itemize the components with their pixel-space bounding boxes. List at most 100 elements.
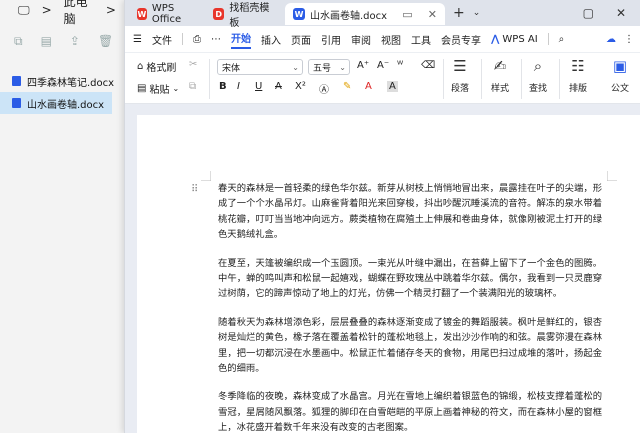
font-color-icon: A xyxy=(365,81,372,92)
delete-icon[interactable]: 🗑 xyxy=(98,34,113,48)
drag-handle-icon[interactable]: ⠿ xyxy=(191,184,198,195)
paste-icon[interactable]: ▤ xyxy=(41,34,52,48)
file-item[interactable]: 四季森林笔记.docx xyxy=(0,70,140,92)
font-size-select[interactable]: 五号 ⌄ xyxy=(308,59,350,75)
tab-document[interactable]: W 山水画卷轴.docx ▭ ✕ xyxy=(285,3,445,25)
explorer-toolbar: ⧉ ▤ ⇪ 🗑 xyxy=(0,28,140,54)
menu-view[interactable]: 视图 xyxy=(381,32,401,47)
word-doc-icon xyxy=(12,98,21,108)
font-color-button[interactable]: A xyxy=(365,81,372,92)
char-shading-button[interactable]: A xyxy=(387,81,398,92)
explorer-address-bar[interactable]: 🖵 > 此电脑 > 新 xyxy=(0,0,140,26)
menu-tools[interactable]: 工具 xyxy=(411,32,431,47)
paragraph-icon: ☰ xyxy=(453,57,467,75)
find-label: 查找 xyxy=(529,84,548,94)
document-area[interactable]: ⠿ 春天的森林是一首轻柔的绿色华尔兹。新芽从树枝上悄悄地冒出来，晨露挂在叶子的尖… xyxy=(125,105,640,433)
layout-button[interactable]: ☷ 排版 xyxy=(569,57,587,94)
italic-icon: I xyxy=(237,81,240,92)
brush-icon: ⌂ xyxy=(137,61,144,72)
menu-insert[interactable]: 插入 xyxy=(261,32,281,47)
font-family-value: 宋体 xyxy=(222,63,241,74)
window-controls: ▢ ✕ xyxy=(583,6,640,20)
divider xyxy=(443,59,444,99)
copy-button[interactable]: ⧉ xyxy=(189,81,196,92)
tab-wps-office[interactable]: W WPS Office xyxy=(129,3,205,25)
cloud-icon[interactable]: ☁ xyxy=(606,34,616,45)
find-button[interactable]: ⌕ 查找 xyxy=(529,57,547,94)
chevron-down-icon: ⌄ xyxy=(339,62,346,72)
document-content[interactable]: 春天的森林是一首轻柔的绿色华尔兹。新芽从树枝上悄悄地冒出来，晨露挂在叶子的尖端，… xyxy=(218,181,602,433)
format-painter-button[interactable]: ⌂ 格式刷 xyxy=(137,59,176,74)
phonetic-button[interactable]: ᵂ xyxy=(397,60,403,71)
menu-wps-ai[interactable]: ⋀ WPS AI xyxy=(491,34,538,45)
paragraph[interactable]: 春天的森林是一首轻柔的绿色华尔兹。新芽从树枝上悄悄地冒出来，晨露挂在叶子的尖端，… xyxy=(218,181,602,243)
superscript-button[interactable]: X² xyxy=(295,81,306,92)
paragraph[interactable]: 随着秋天为森林增添色彩，层层叠叠的森林逐渐变成了镀金的舞蹈服装。枫叶是鲜红的，银… xyxy=(218,315,602,377)
margin-corner-mark xyxy=(201,171,211,181)
close-window-icon[interactable]: ✕ xyxy=(616,6,626,20)
paste-label: 粘贴 xyxy=(149,85,170,96)
cut-button[interactable]: ✂ xyxy=(189,59,197,70)
word-doc-icon xyxy=(12,76,21,86)
document-page[interactable]: ⠿ 春天的森林是一首轻柔的绿色华尔兹。新芽从树枝上悄悄地冒出来，晨露挂在叶子的尖… xyxy=(137,115,640,433)
maximize-icon[interactable]: ▢ xyxy=(583,6,594,20)
more-icon[interactable]: ⋯ xyxy=(211,34,221,45)
divider xyxy=(559,59,560,99)
layout-label: 排版 xyxy=(569,84,588,94)
text-effect-button[interactable]: Ⓐ xyxy=(319,81,329,96)
highlight-button[interactable]: ✎ xyxy=(343,81,351,92)
menu-bar: ☰ 文件 ⎙ ⋯ 开始 插入 页面 引用 审阅 视图 工具 会员专享 ⋀ WPS… xyxy=(125,26,640,52)
tab-label: 找稻壳模板 xyxy=(229,3,270,29)
underline-icon: U xyxy=(255,81,263,92)
copy-icon[interactable]: ⧉ xyxy=(14,34,23,49)
search-icon: ⌕ xyxy=(533,57,543,75)
text-effect-icon: Ⓐ xyxy=(319,85,329,96)
docer-logo-icon: D xyxy=(213,8,225,20)
underline-button[interactable]: U xyxy=(255,81,262,92)
search-icon[interactable]: ⌕ xyxy=(559,34,565,45)
paragraph[interactable]: 在夏至，天篷被编织成一个玉圆顶。一束光从叶缝中漏出，在苔藓上留下了一个金色的图腾… xyxy=(218,256,602,302)
writer-doc-icon: W xyxy=(293,8,305,20)
menu-reference[interactable]: 引用 xyxy=(321,32,341,47)
strikethrough-button[interactable]: A xyxy=(275,81,282,92)
close-icon[interactable]: ✕ xyxy=(428,8,437,21)
breadcrumb-this-pc[interactable]: 此电脑 xyxy=(64,0,94,27)
paragraph[interactable]: 冬季降临的夜晚，森林变成了水晶宫。月光在雪地上编织着银蓝色的锦缎，松枝支撑着蓬松… xyxy=(218,389,602,433)
paste-button[interactable]: ▤ 粘贴 ⌄ xyxy=(137,81,179,96)
menu-review[interactable]: 审阅 xyxy=(351,32,371,47)
formula-button[interactable]: ▣ 公文 xyxy=(611,57,629,94)
save-icon[interactable]: ⎙ xyxy=(193,34,201,45)
italic-button[interactable]: I xyxy=(237,81,240,92)
file-name: 四季森林笔记.docx xyxy=(27,77,115,89)
font-size-value: 五号 xyxy=(313,63,332,74)
divider xyxy=(521,59,522,99)
monitor-icon: 🖵 xyxy=(18,2,30,17)
bold-button[interactable]: B xyxy=(219,81,227,92)
shrink-font-button[interactable]: A⁻ xyxy=(377,60,389,71)
divider xyxy=(481,59,482,99)
tab-template[interactable]: D 找稻壳模板 xyxy=(205,3,285,29)
new-tab-icon[interactable]: + xyxy=(445,5,473,21)
menu-page[interactable]: 页面 xyxy=(291,32,311,47)
divider xyxy=(181,33,183,45)
share-icon[interactable]: ⇪ xyxy=(70,34,80,48)
breadcrumb-chevron: > xyxy=(41,3,52,17)
style-button[interactable]: ✍ 样式 xyxy=(491,57,509,94)
style-label: 样式 xyxy=(491,84,510,94)
phonetic-icon: ᵂ xyxy=(397,60,404,71)
hamburger-icon[interactable]: ☰ xyxy=(133,34,142,45)
menu-member[interactable]: 会员专享 xyxy=(441,32,481,47)
restore-tab-icon[interactable]: ▭ xyxy=(402,8,412,21)
divider xyxy=(209,59,210,99)
wps-logo-icon: W xyxy=(137,8,147,20)
clear-format-button[interactable]: ⌫ xyxy=(421,60,435,71)
chevron-down-icon[interactable]: ⌄ xyxy=(473,8,481,18)
file-item-selected[interactable]: 山水画卷轴.docx xyxy=(0,92,112,114)
grow-font-button[interactable]: A⁺ xyxy=(357,60,369,71)
highlighter-icon: ✎ xyxy=(343,81,352,92)
paragraph-button[interactable]: ☰ 段落 xyxy=(451,57,469,94)
menu-file[interactable]: 文件 xyxy=(152,32,172,47)
share-icon[interactable]: ⋮ xyxy=(624,34,634,45)
font-family-select[interactable]: 宋体 ⌄ xyxy=(217,59,303,75)
menu-home[interactable]: 开始 xyxy=(230,30,251,49)
